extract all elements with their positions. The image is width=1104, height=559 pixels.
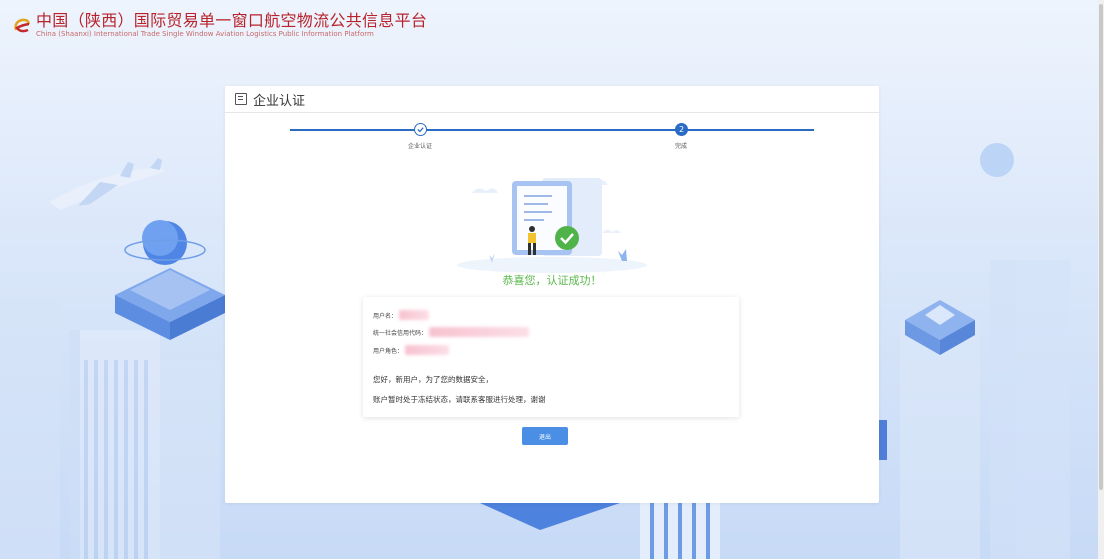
credit-code-label: 统一社会信用代码： <box>373 329 428 337</box>
step-current-indicator: 2 <box>675 123 688 136</box>
notice-line-2: 账户暂时处于冻结状态，请联系客服进行处理，谢谢 <box>373 395 546 404</box>
card-header: 企业认证 <box>225 86 879 113</box>
progress-line <box>290 129 814 131</box>
step-label-certification: 企业认证 <box>407 143 433 150</box>
credit-code-row: 统一社会信用代码： <box>373 327 530 337</box>
card-title: 企业认证 <box>253 93 306 109</box>
logout-button[interactable]: 退出 <box>522 427 568 445</box>
document-icon <box>235 93 247 105</box>
certification-card: 企业认证 2 企业认证 完成 恭喜您，认证成功！ 用户名： 统一社会信用代码： … <box>225 86 879 503</box>
scrollbar-thumb[interactable] <box>1099 4 1103 490</box>
account-info-box: 用户名： 统一社会信用代码： 用户角色： 您好，新用户，为了您的数据安全， 账户… <box>363 297 739 417</box>
notice-line-1: 您好，新用户，为了您的数据安全， <box>373 375 493 384</box>
success-message: 恭喜您，认证成功！ <box>502 274 602 287</box>
username-label: 用户名： <box>373 312 398 320</box>
success-illustration <box>457 178 647 273</box>
role-value-redacted <box>405 345 450 355</box>
site-title: 中国（陕西）国际贸易单一窗口航空物流公共信息平台 <box>36 11 428 30</box>
check-circle-icon <box>555 226 579 250</box>
username-value-redacted <box>399 310 430 320</box>
username-row: 用户名： <box>373 310 430 320</box>
page-scrollbar[interactable] <box>1098 0 1104 559</box>
site-header: 中国（陕西）国际贸易单一窗口航空物流公共信息平台 China (Shaanxi)… <box>12 12 427 40</box>
credit-code-value-redacted <box>429 327 530 337</box>
check-icon <box>417 127 424 133</box>
step-label-complete: 完成 <box>674 143 688 150</box>
role-row: 用户角色： <box>373 345 450 355</box>
site-subtitle: China (Shaanxi) International Trade Sing… <box>36 30 374 38</box>
progress-steps: 2 企业认证 完成 <box>290 123 814 154</box>
step-done-indicator <box>414 123 427 136</box>
role-label: 用户角色： <box>373 347 404 355</box>
platform-logo-icon <box>14 18 31 33</box>
